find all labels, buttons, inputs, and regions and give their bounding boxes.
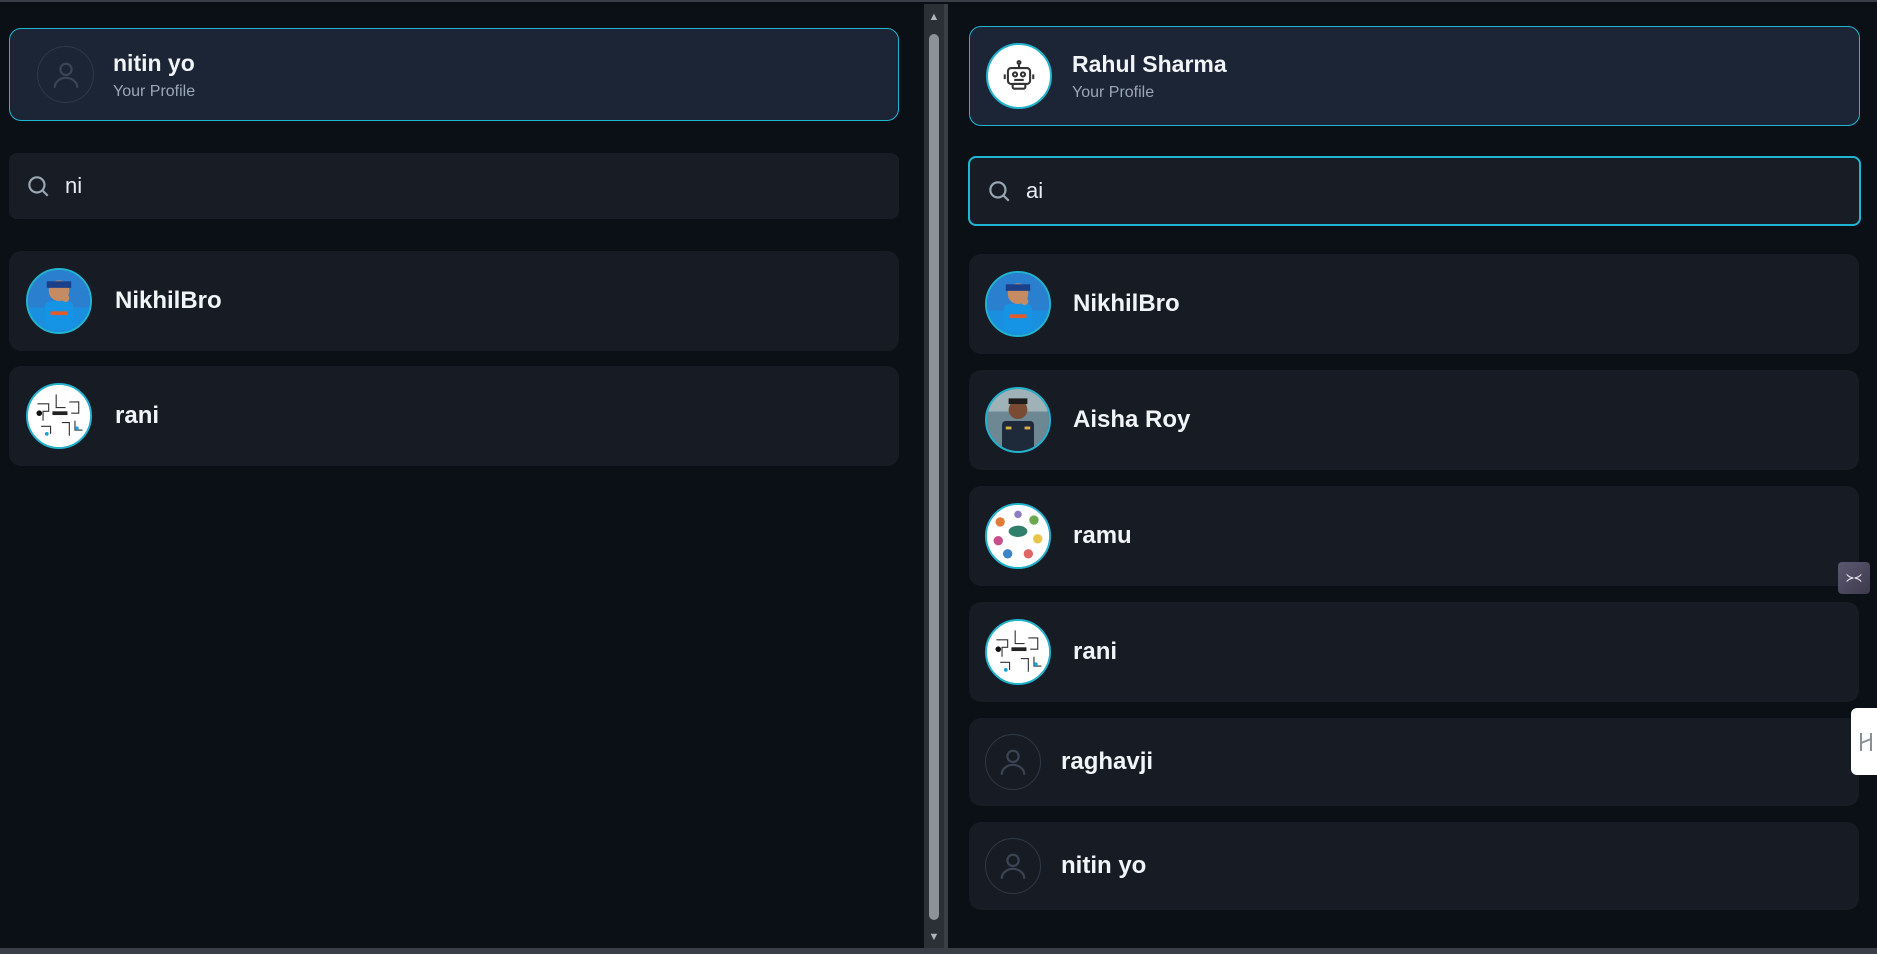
avatar-photo [987, 389, 1049, 451]
profile-text: Rahul Sharma Your Profile [1072, 50, 1227, 102]
contact-name: rani [115, 402, 160, 429]
contact-avatar [985, 387, 1051, 453]
contact-item[interactable]: nitin yo [969, 822, 1859, 910]
vertical-scrollbar[interactable]: ▲ ▼ [924, 4, 944, 948]
avatar-photo [987, 505, 1049, 567]
search-input[interactable] [63, 172, 847, 200]
contact-name: ramu [1073, 522, 1132, 549]
contact-name: NikhilBro [115, 287, 222, 314]
avatar-photo [28, 385, 90, 447]
search-input[interactable] [1024, 177, 1808, 205]
scroll-down-arrow-icon[interactable]: ▼ [927, 930, 941, 944]
profile-card[interactable]: Rahul Sharma Your Profile [969, 26, 1860, 126]
profile-card[interactable]: nitin yo Your Profile [9, 28, 899, 121]
contact-item[interactable]: Aisha Roy [969, 370, 1859, 470]
contact-item[interactable]: ramu [969, 486, 1859, 586]
contact-item[interactable]: raghavji [969, 718, 1859, 806]
window-bottom-border [0, 948, 1877, 954]
contact-name: nitin yo [1061, 852, 1147, 879]
contact-avatar [26, 383, 92, 449]
h-icon [1860, 732, 1872, 751]
contact-item[interactable]: rani [9, 366, 899, 466]
avatar-photo [28, 270, 90, 332]
widget-glyph: ≻≺ [1846, 570, 1862, 586]
contact-avatar [985, 271, 1051, 337]
right-pane: Rahul Sharma Your Profile ai NikhilBro A… [948, 4, 1877, 948]
contact-name: NikhilBro [1073, 290, 1180, 317]
left-pane: nitin yo Your Profile ni NikhilBro rani [0, 4, 924, 948]
profile-subtitle: Your Profile [1072, 84, 1155, 101]
contact-avatar [985, 619, 1051, 685]
robot-icon [1003, 60, 1035, 90]
scroll-thumb[interactable] [929, 34, 939, 920]
contact-avatar [985, 734, 1041, 790]
search-icon [989, 181, 1010, 202]
search-icon [28, 176, 49, 197]
avatar-photo [987, 273, 1049, 335]
profile-avatar [986, 43, 1052, 109]
contact-avatar [26, 268, 92, 334]
contact-item[interactable]: rani [969, 602, 1859, 702]
floating-widget-button[interactable]: ≻≺ [1838, 562, 1870, 594]
user-placeholder-icon [53, 62, 78, 88]
profile-name: nitin yo [113, 49, 195, 76]
search-box[interactable] [968, 156, 1861, 226]
search-box[interactable] [9, 153, 899, 219]
contact-name: Aisha Roy [1073, 406, 1191, 433]
scroll-up-arrow-icon[interactable]: ▲ [927, 10, 941, 24]
profile-subtitle: Your Profile [113, 82, 196, 100]
user-placeholder-icon [1000, 749, 1026, 775]
contact-avatar [985, 503, 1051, 569]
app-window: nitin yo Your Profile ni NikhilBro rani … [0, 0, 1877, 954]
avatar-photo [987, 621, 1049, 683]
profile-name: Rahul Sharma [1072, 51, 1227, 77]
profile-text: nitin yo Your Profile [113, 49, 195, 101]
contact-avatar [985, 838, 1041, 894]
user-placeholder-icon [1000, 853, 1026, 879]
profile-avatar [37, 46, 94, 103]
side-tab-button[interactable] [1851, 708, 1877, 775]
contact-name: raghavji [1061, 748, 1154, 775]
contact-item[interactable]: NikhilBro [969, 254, 1859, 354]
contact-item[interactable]: NikhilBro [9, 251, 899, 351]
contact-name: rani [1073, 638, 1118, 665]
